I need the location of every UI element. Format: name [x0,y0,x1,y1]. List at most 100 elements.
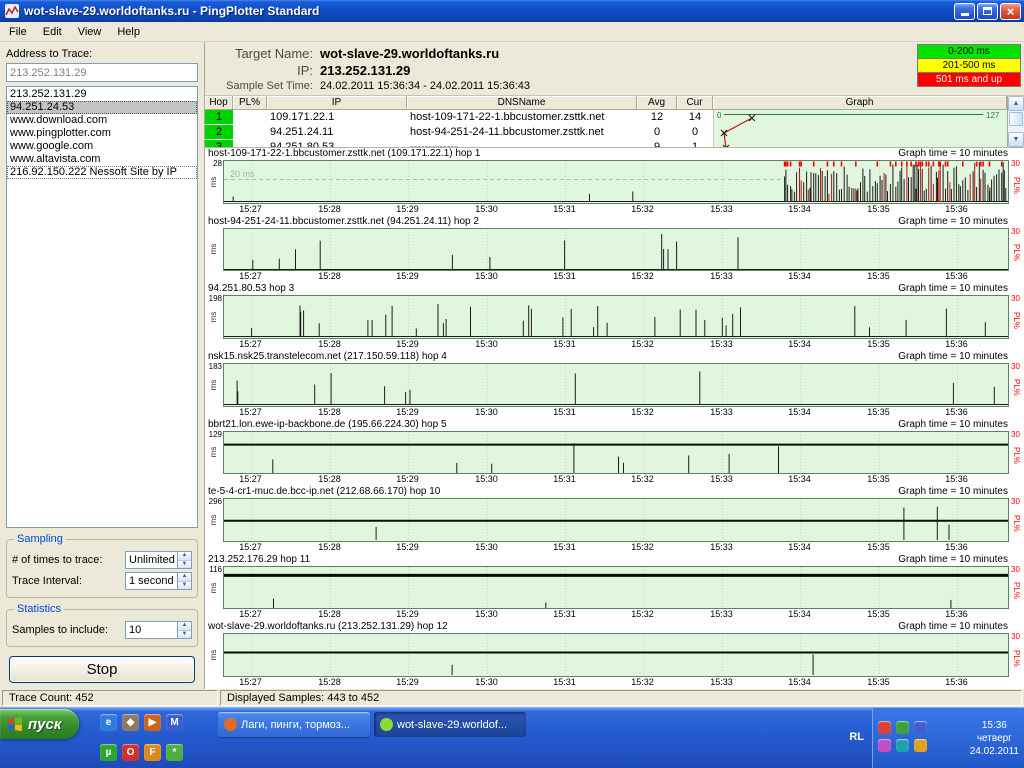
language-indicator[interactable]: RL [849,731,864,743]
quick-launch-icon-3[interactable]: ▶ [144,714,161,731]
time-tick: 15:28 [317,204,343,214]
timeline-graph[interactable] [223,228,1009,272]
latency-axis-max: 28 [213,159,222,168]
time-tick: 15:32 [630,542,656,552]
target-list-item[interactable]: www.altavista.com [7,153,197,166]
pl-axis-label: PL% [1012,582,1021,599]
samples-to-include-value[interactable]: 10 [125,621,177,639]
time-tick: 15:27 [238,204,264,214]
tray-icon-5[interactable] [896,739,909,752]
taskbar-clock[interactable]: 15:36 четверг 24.02.2011 [970,719,1019,758]
svg-text:0: 0 [717,111,722,120]
spin-up-icon[interactable]: ▲ [178,622,191,631]
cell-cur: 0 [677,125,713,140]
scrollbar-thumb[interactable] [1009,112,1023,126]
column-header-pl%[interactable]: PL% [233,96,267,109]
target-list-item[interactable]: www.pingplotter.com [7,127,197,140]
sidebar: Address to Trace: 213.252.131.2994.251.2… [0,42,205,689]
menu-item-edit[interactable]: Edit [35,23,70,41]
minimize-button[interactable] [954,3,975,20]
trace-interval-value[interactable]: 1 second [125,572,177,590]
spin-down-icon[interactable]: ▼ [178,561,191,569]
tray-icon-3[interactable] [914,721,927,734]
time-tick: 15:30 [474,474,500,484]
cell-pl [233,140,267,148]
column-header-graph[interactable]: Graph [713,96,1007,109]
column-header-hop[interactable]: Hop [205,96,233,109]
time-axis: 15:2715:2815:2915:3015:3115:3215:3315:34… [205,677,1024,689]
minimize-icon [961,13,969,16]
target-list-item[interactable]: 216.92.150.222 Nessoft Site by IP [7,166,197,179]
timeline-graph[interactable] [223,431,1009,475]
menu-item-view[interactable]: View [70,23,110,41]
spinner-buttons: ▲▼ [177,551,192,569]
close-button[interactable]: × [1000,3,1021,20]
scroll-up-icon[interactable]: ▲ [1008,96,1024,111]
quick-launch-icon-8[interactable]: * [166,744,183,761]
menu-item-help[interactable]: Help [109,23,148,41]
spin-down-icon[interactable]: ▼ [178,582,191,590]
target-name-label: Target Name: [209,45,313,62]
packet-loss-axis: 30PL% [1009,566,1024,610]
displayed-samples: Displayed Samples: 443 to 452 [220,690,1022,706]
timeline-graph[interactable] [223,498,1009,542]
column-header-ip[interactable]: IP [267,96,407,109]
firefox-icon[interactable]: F [144,744,161,761]
timeline-graphs: host-109-171-22-1.bbcustomer.zsttk.net (… [205,148,1024,689]
timeline-graph[interactable] [223,633,1009,677]
times-to-trace-spinner[interactable]: Unlimited ▲▼ [125,551,192,569]
latency-axis: 116ms [205,566,223,610]
timeline-graph[interactable] [223,363,1009,407]
tray-icon-2[interactable] [896,721,909,734]
trace-panel: Target Name: wot-slave-29.worldoftanks.r… [205,42,1024,689]
cell-avg: 12 [637,110,677,125]
spin-down-icon[interactable]: ▼ [178,631,191,639]
ms-axis-label: ms [209,650,218,661]
time-tick: 15:32 [630,204,656,214]
samples-to-include-spinner[interactable]: 10 ▲▼ [125,621,192,639]
quick-launch-icon-2[interactable]: ◆ [122,714,139,731]
time-tick: 15:36 [944,204,970,214]
address-input[interactable] [6,63,198,82]
quick-launch-icon-4[interactable]: M [166,714,183,731]
times-to-trace-value[interactable]: Unlimited [125,551,177,569]
timeline-graph-svg [224,229,1008,271]
menu-item-file[interactable]: File [1,23,35,41]
timeline-graph[interactable] [223,295,1009,339]
target-list-item[interactable]: 94.251.24.53 [7,101,197,114]
spin-up-icon[interactable]: ▲ [178,573,191,582]
trace-interval-spinner[interactable]: 1 second ▲▼ [125,572,192,590]
time-tick: 15:29 [395,339,421,349]
pl-axis-max: 30 [1011,227,1020,236]
tray-icon-4[interactable] [878,739,891,752]
table-scrollbar[interactable]: ▲ ▼ [1007,96,1024,147]
timeline-graph[interactable] [223,566,1009,610]
tray-icon-6[interactable] [914,739,927,752]
taskbar-task[interactable]: wot-slave-29.worldof... [374,712,526,737]
spin-up-icon[interactable]: ▲ [178,552,191,561]
internet-explorer-icon[interactable]: e [100,714,117,731]
target-list-item[interactable]: 213.252.131.29 [7,88,197,101]
timeline-hop-4: nsk15.nsk25.transtelecom.net (217.150.59… [205,351,1024,419]
time-tick: 15:34 [787,339,813,349]
column-header-avg[interactable]: Avg [637,96,677,109]
cell-pl [233,125,267,140]
spinner-buttons: ▲▼ [177,621,192,639]
scroll-down-icon[interactable]: ▼ [1008,132,1024,147]
opera-icon[interactable]: O [122,744,139,761]
time-tick: 15:33 [709,339,735,349]
column-header-dnsname[interactable]: DNSName [407,96,637,109]
column-header-cur[interactable]: Cur [677,96,713,109]
tray-icon-1[interactable] [878,721,891,734]
target-list-item[interactable]: www.google.com [7,140,197,153]
taskbar-task[interactable]: Лаги, пинги, тормоз... [218,712,370,737]
timeline-title: bbrt21.lon.ewe-ip-backbone.de (195.66.22… [208,419,447,431]
start-button[interactable]: пуск [0,709,79,739]
maximize-button[interactable] [977,3,998,20]
timeline-graph[interactable]: 20 ms [223,160,1009,204]
quick-launch-icon-5[interactable]: µ [100,744,117,761]
stop-button[interactable]: Stop [9,656,195,683]
time-tick: 15:29 [395,474,421,484]
target-list-item[interactable]: www.download.com [7,114,197,127]
time-tick: 15:27 [238,542,264,552]
